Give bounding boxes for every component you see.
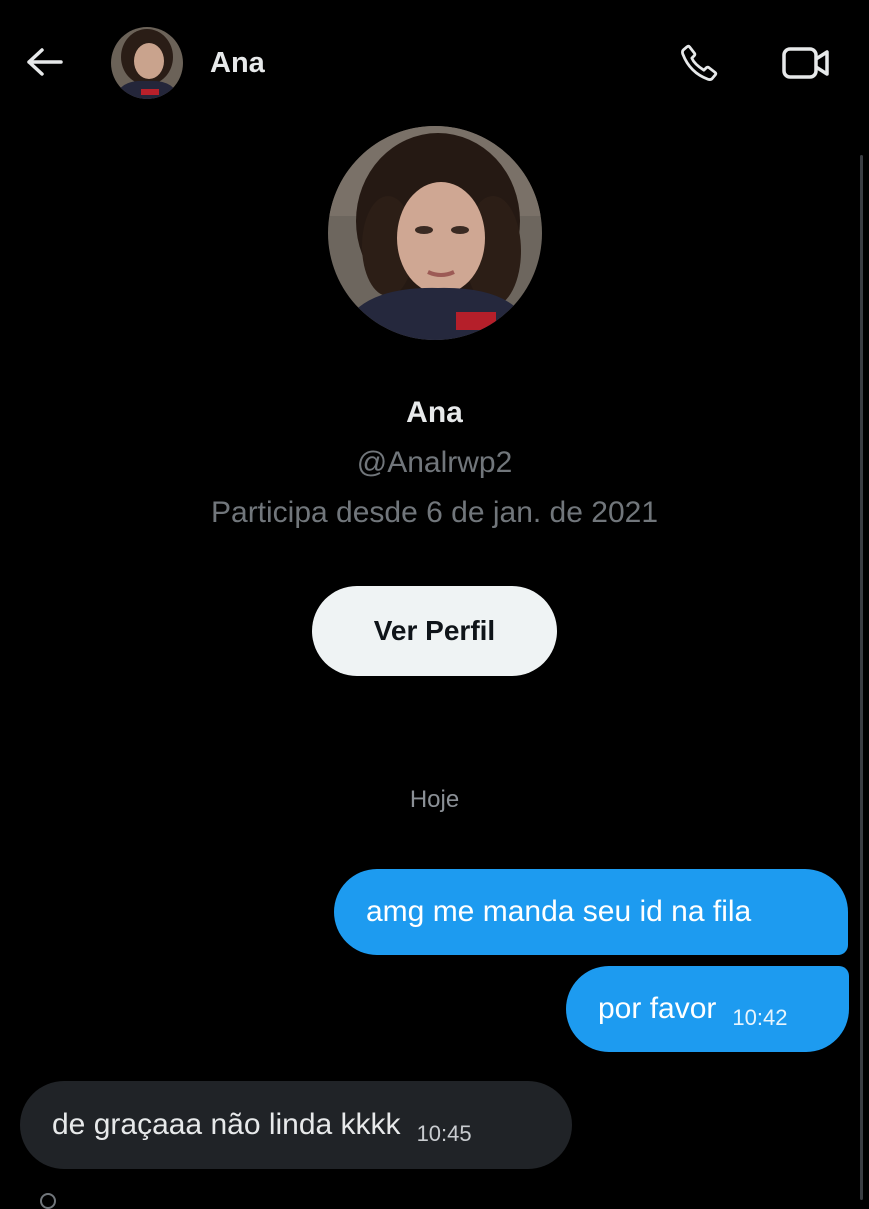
- conversation-title: Ana: [210, 47, 265, 79]
- phone-icon: [681, 44, 718, 81]
- view-profile-button[interactable]: Ver Perfil: [312, 586, 557, 676]
- composer-icon[interactable]: [40, 1193, 56, 1209]
- profile-photo: [328, 126, 542, 340]
- video-call-button[interactable]: [778, 38, 834, 88]
- avatar-photo: [111, 27, 183, 99]
- arrow-left-icon: [27, 48, 63, 76]
- call-button[interactable]: [674, 38, 724, 88]
- video-camera-icon: [782, 47, 829, 79]
- message-timestamp: 10:45: [416, 1121, 472, 1146]
- scrollbar[interactable]: [860, 155, 863, 1200]
- conversation-header: Ana: [0, 0, 869, 125]
- profile-avatar[interactable]: [328, 126, 542, 340]
- back-button[interactable]: [22, 40, 66, 84]
- message-text: amg me manda seu id na fila: [366, 895, 752, 928]
- avatar[interactable]: [111, 27, 183, 99]
- profile-name: Ana: [406, 396, 463, 429]
- message-text: de graçaaa não linda kkkk: [52, 1108, 401, 1141]
- profile-joined-date: Participa desde 6 de jan. de 2021: [211, 496, 658, 529]
- message-text: por favor: [598, 992, 717, 1025]
- message-bubble-outgoing[interactable]: por favor 10:42: [566, 966, 849, 1052]
- profile-handle: @Analrwp2: [356, 446, 513, 479]
- message-bubble-outgoing[interactable]: amg me manda seu id na fila: [334, 869, 848, 955]
- message-timestamp: 10:42: [732, 1005, 788, 1030]
- date-separator: Hoje: [409, 786, 460, 813]
- message-bubble-incoming[interactable]: de graçaaa não linda kkkk 10:45: [20, 1081, 572, 1169]
